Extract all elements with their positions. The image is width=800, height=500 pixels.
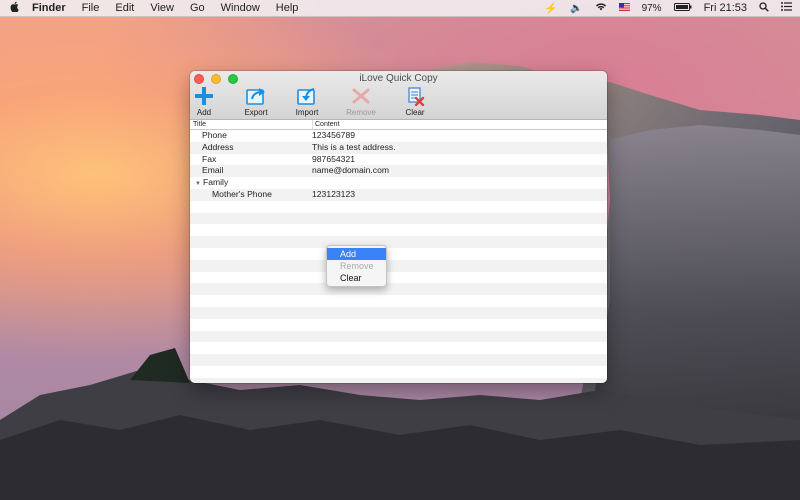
empty-row	[190, 377, 607, 383]
menu-help[interactable]: Help	[268, 2, 307, 14]
plus-icon	[195, 87, 213, 105]
row-content: name@domain.com	[312, 165, 390, 176]
table-group-row[interactable]: ▼ Family	[190, 177, 607, 189]
wifi-icon[interactable]	[595, 2, 607, 14]
menu-view[interactable]: View	[142, 2, 182, 14]
empty-row	[190, 354, 607, 366]
apple-logo-svg	[10, 1, 19, 13]
empty-row	[190, 248, 607, 260]
battery-icon[interactable]	[673, 2, 692, 14]
clear-toolbar-button[interactable]: Clear	[393, 85, 437, 117]
row-title: Email	[202, 165, 224, 176]
menu-bar: Finder File Edit View Go Window Help ⚡ 🔈…	[0, 0, 800, 17]
row-content: 123123123	[312, 188, 356, 199]
empty-row	[190, 366, 607, 378]
empty-row	[190, 319, 607, 331]
menu-app-name[interactable]: Finder	[26, 2, 74, 14]
menu-status-area: ⚡ 🔈 97% Fri 21:53	[544, 1, 800, 15]
remove-toolbar-label: Remove	[346, 108, 376, 117]
app-window: iLove Quick Copy Add Export Import Remov…	[190, 71, 607, 383]
row-title: Mother's Phone	[212, 188, 272, 199]
table-row[interactable]: Address This is a test address.	[190, 141, 607, 154]
export-toolbar-label: Export	[244, 108, 268, 117]
spotlight-search-icon[interactable]	[759, 1, 769, 15]
empty-row	[190, 201, 607, 213]
table-row[interactable]: Phone 123456789	[190, 130, 607, 142]
empty-row	[190, 236, 607, 248]
column-header-title[interactable]: Title	[193, 120, 206, 129]
list-svg	[781, 2, 792, 11]
volume-icon[interactable]: 🔈	[570, 3, 582, 14]
window-titlebar[interactable]: iLove Quick Copy Add Export Import Remov…	[190, 71, 607, 120]
menu-window[interactable]: Window	[213, 2, 268, 14]
import-toolbar-button[interactable]: Import	[285, 85, 329, 117]
import-toolbar-label: Import	[295, 108, 319, 117]
export-toolbar-button[interactable]: Export	[234, 85, 278, 117]
clear-icon	[408, 87, 425, 106]
add-toolbar-button[interactable]: Add	[190, 85, 226, 117]
add-toolbar-label: Add	[196, 108, 212, 117]
remove-icon	[352, 88, 370, 104]
context-menu: Add Remove Clear	[326, 245, 387, 287]
disclosure-triangle-icon[interactable]: ▼	[195, 181, 201, 187]
import-icon	[297, 88, 315, 105]
battery-percent: 97%	[641, 2, 662, 14]
window-title: iLove Quick Copy	[359, 73, 438, 84]
table-child-row[interactable]: Mother's Phone 123123123	[190, 188, 607, 201]
battery-svg	[673, 3, 692, 11]
table-row[interactable]: Email name@domain.com	[190, 165, 607, 178]
context-menu-add[interactable]: Add	[327, 248, 386, 260]
row-title: Phone	[202, 130, 227, 140]
menu-edit[interactable]: Edit	[107, 2, 142, 14]
remove-toolbar-button[interactable]: Remove	[339, 85, 383, 117]
row-title: Fax	[202, 153, 217, 164]
empty-row	[190, 330, 607, 343]
group-title: Family	[202, 177, 229, 188]
bolt-icon[interactable]: ⚡	[544, 2, 558, 15]
table-row[interactable]: Fax 987654321	[190, 154, 607, 166]
empty-row	[190, 295, 607, 307]
flag-icon[interactable]	[618, 2, 630, 14]
empty-row	[190, 259, 607, 272]
flag-svg	[618, 3, 630, 11]
menu-go[interactable]: Go	[182, 2, 213, 14]
row-content: 987654321	[312, 153, 356, 164]
clear-toolbar-label: Clear	[405, 108, 425, 117]
context-menu-clear[interactable]: Clear	[327, 272, 386, 284]
apple-icon[interactable]	[4, 1, 26, 15]
table-header: Title Content	[190, 120, 607, 130]
context-menu-remove[interactable]: Remove	[327, 260, 386, 272]
row-title: Address	[202, 141, 234, 152]
empty-row	[190, 272, 607, 284]
empty-row	[190, 224, 607, 236]
wifi-svg	[595, 3, 606, 11]
empty-row	[190, 212, 607, 225]
export-icon	[246, 88, 265, 105]
toolbar: Add Export Import Remove Clear	[190, 85, 607, 117]
empty-row	[190, 342, 607, 354]
menu-file[interactable]: File	[74, 2, 108, 14]
row-content: 123456789	[312, 130, 356, 140]
clock[interactable]: Fri 21:53	[704, 2, 747, 14]
search-svg	[759, 1, 769, 12]
empty-row	[190, 306, 607, 319]
empty-row	[190, 283, 607, 296]
row-content: This is a test address.	[312, 141, 396, 152]
outline-table: Phone 123456789 Address This is a test a…	[190, 130, 607, 383]
notification-center-icon[interactable]	[781, 2, 792, 14]
column-header-content[interactable]: Content	[312, 120, 340, 129]
